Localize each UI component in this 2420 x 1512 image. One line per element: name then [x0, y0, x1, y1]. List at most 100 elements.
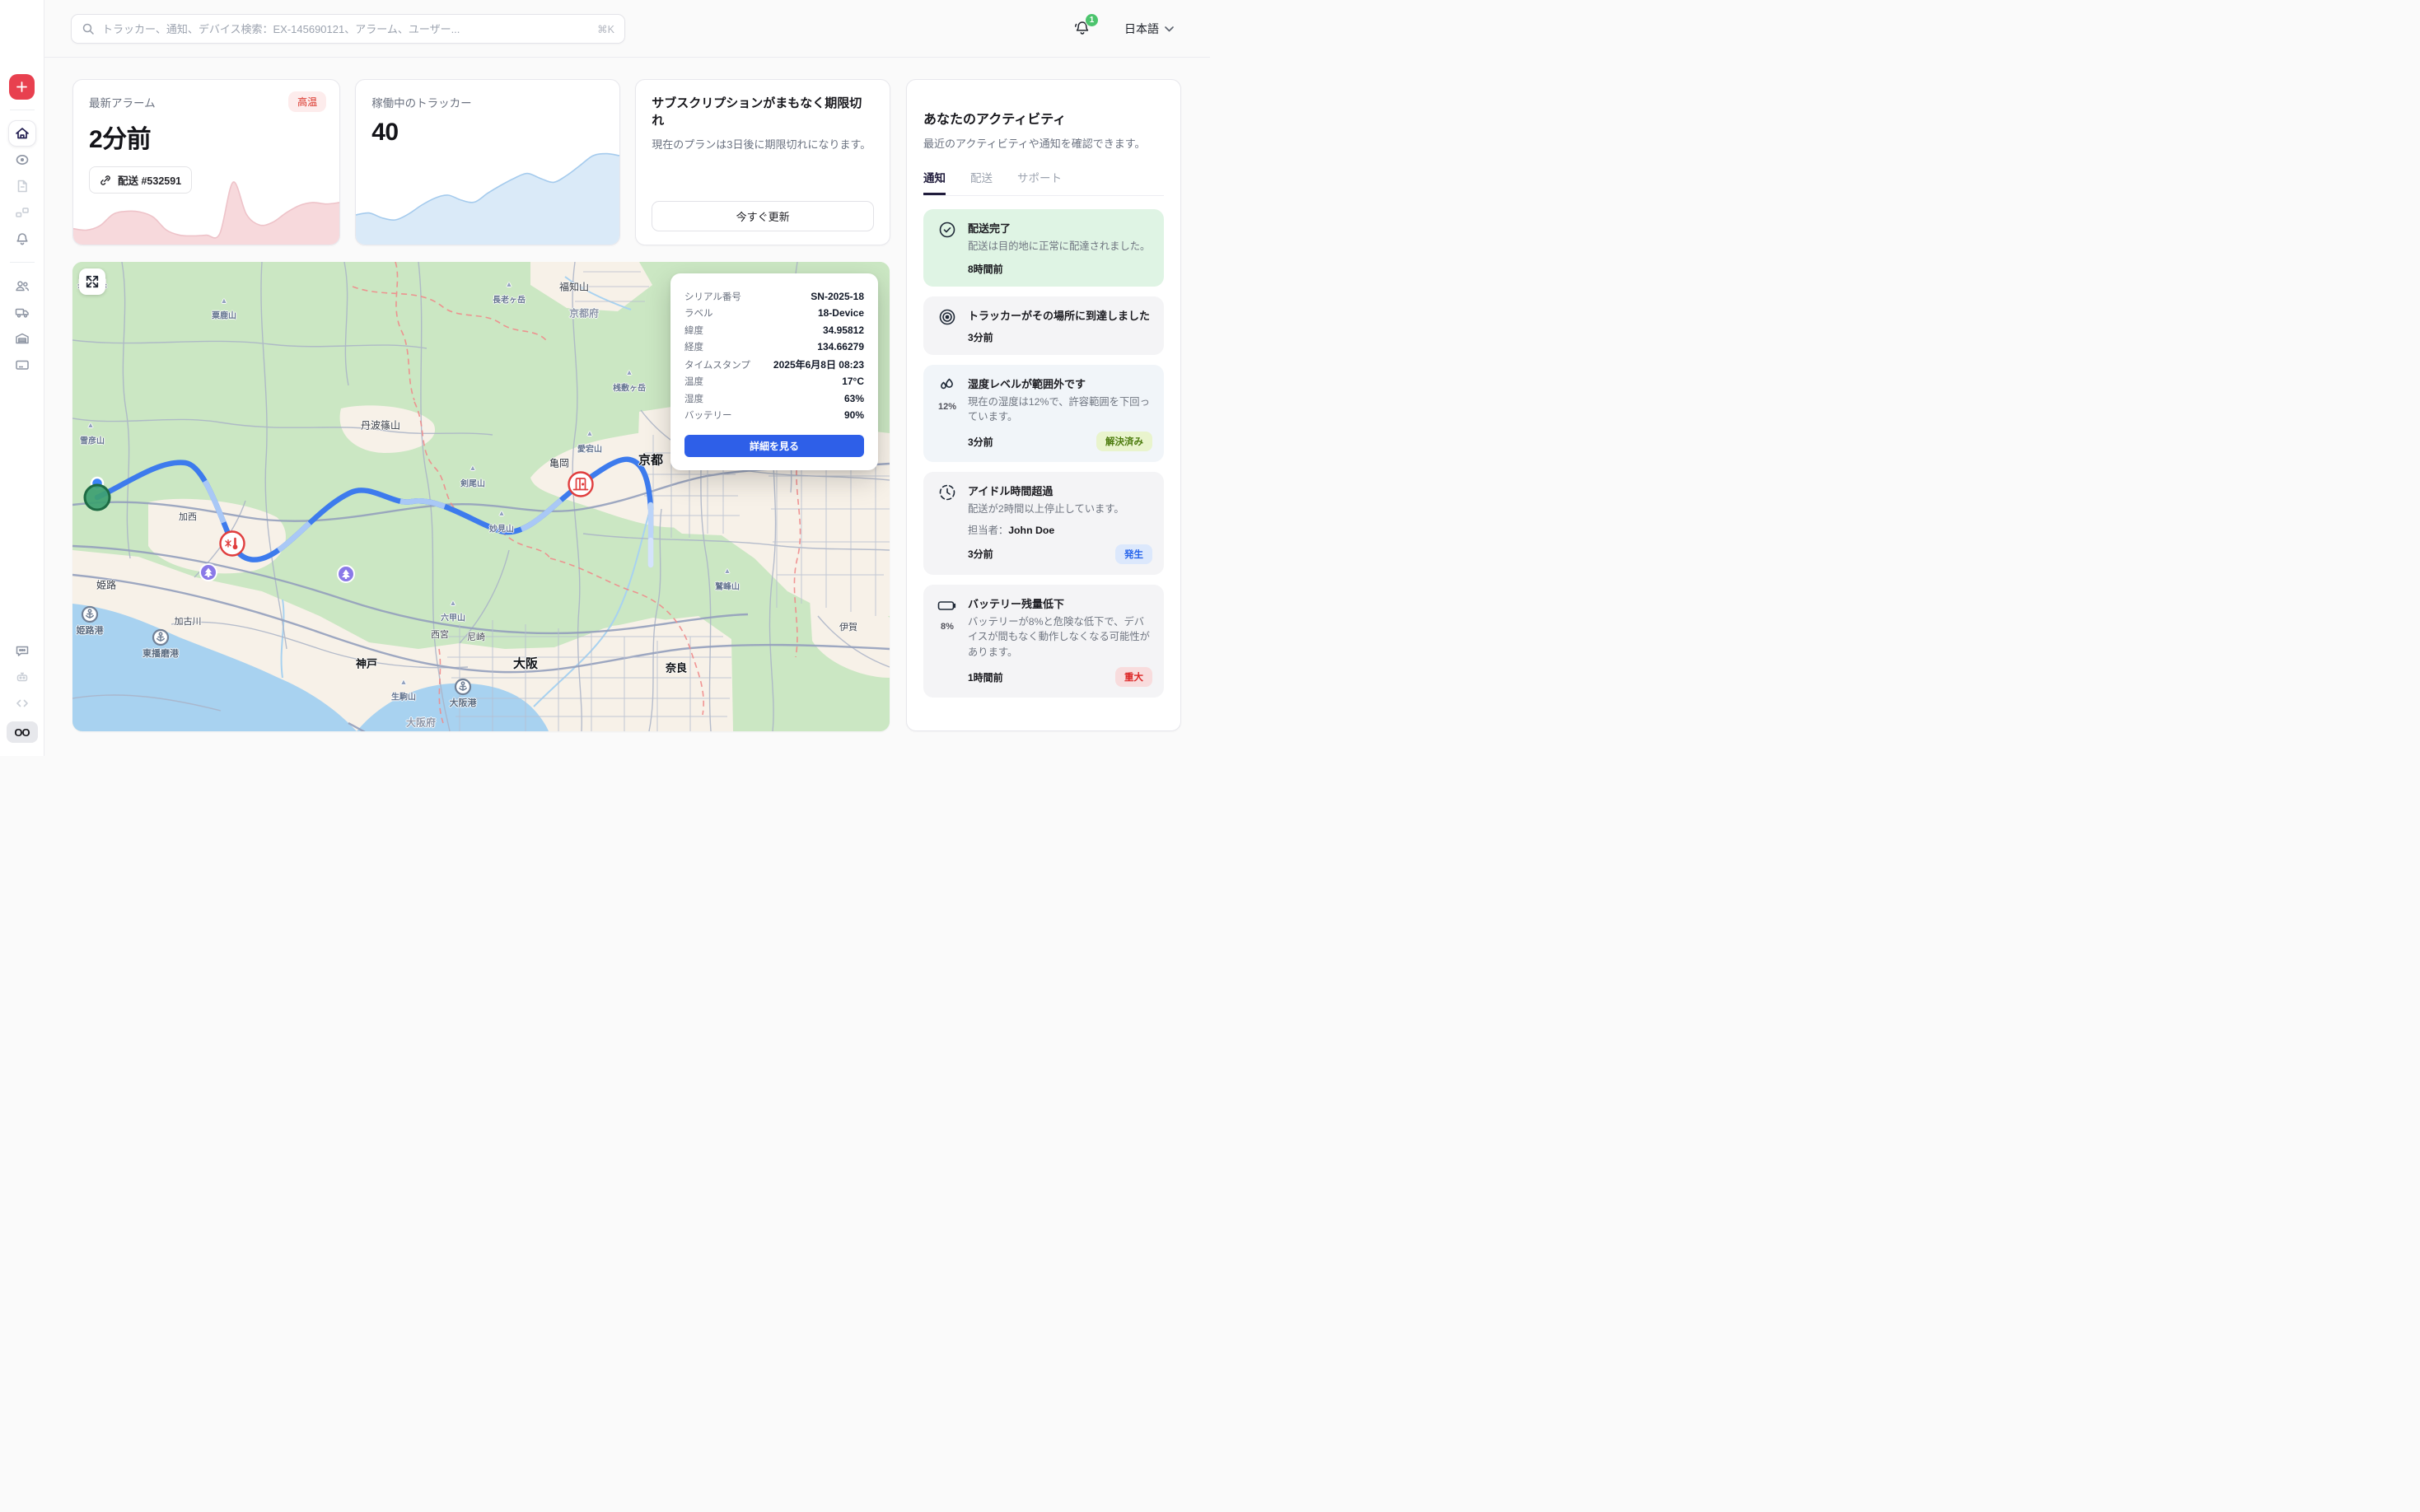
card-title: 最新アラーム: [89, 94, 324, 110]
search-bar[interactable]: ⌘K: [71, 14, 625, 44]
notification-title: アイドル時間超過: [968, 483, 1152, 498]
notification-title: 湿度レベルが範囲外です: [968, 376, 1152, 391]
map-label-city: 亀岡: [549, 456, 569, 470]
bell-icon: [14, 231, 30, 247]
map-label-mountain: 生駒山: [391, 690, 416, 702]
sidebar-item-devices[interactable]: [8, 199, 36, 226]
sidebar-item-locations[interactable]: [8, 147, 36, 173]
notification-assignee: 担当者：John Doe: [968, 522, 1152, 537]
sidebar-bottom: OO: [7, 637, 38, 756]
tab-support[interactable]: サポート: [1017, 169, 1062, 195]
tooltip-value-latitude: 34.95812: [823, 324, 864, 336]
map-label-mountain: 愛宕山: [577, 442, 602, 455]
sidebar-item-warehouse[interactable]: [8, 325, 36, 352]
map-label-mountain: 六甲山: [441, 611, 465, 623]
assignee-label: 担当者：: [968, 525, 1008, 536]
add-button[interactable]: [9, 74, 35, 100]
target-icon: [937, 307, 957, 327]
mountain-icon: ▲: [506, 280, 513, 288]
plus-icon: [16, 81, 28, 93]
list-item-delivery-complete[interactable]: 配送完了 配送は目的地に正常に配達されました。 8時間前: [923, 209, 1164, 286]
mountain-icon: ▲: [724, 567, 731, 575]
renew-now-button[interactable]: 今すぐ更新: [652, 201, 874, 231]
map-label-mountain: 雪彦山: [80, 434, 105, 446]
list-item-tracker-arrived[interactable]: トラッカーがその場所に到達しました 3分前: [923, 296, 1164, 355]
robot-icon: [14, 669, 30, 685]
map-label-city-major: 神戸: [356, 656, 377, 671]
tooltip-value-humidity: 63%: [844, 393, 864, 404]
list-item-low-battery[interactable]: 8% バッテリー残量低下 バッテリーが8%と危険な低下で、デバイスが間もなく動作…: [923, 585, 1164, 698]
map-label-prefecture: 京都府: [569, 306, 599, 320]
mountain-icon: ▲: [498, 509, 506, 517]
link-icon: [100, 175, 111, 186]
document-icon: [14, 178, 30, 194]
warehouse-icon: [14, 330, 30, 347]
sidebar-divider: [10, 262, 35, 263]
map-label-port: 東播磨港: [142, 646, 179, 660]
tooltip-value-longitude: 134.66279: [817, 341, 864, 352]
notification-time: 3分前: [968, 330, 993, 344]
notification-time: 1時間前: [968, 670, 1003, 684]
sidebar-item-assistant[interactable]: [8, 664, 36, 690]
check-circle-icon: [937, 220, 957, 240]
credit-card-icon: [14, 357, 30, 373]
code-icon: [14, 695, 30, 712]
workspace-logo[interactable]: OO: [7, 721, 38, 743]
status-badge-active: 発生: [1115, 544, 1152, 564]
battery-value: 8%: [941, 622, 954, 632]
shipment-link-chip[interactable]: 配送 #532591: [89, 166, 192, 194]
map-label-city: 西宮: [431, 628, 449, 641]
map-label-port: 姫路港: [77, 623, 104, 637]
tooltip-label: 温度: [684, 375, 703, 388]
language-label: 日本語: [1124, 21, 1159, 37]
topbar: ⌘K 1 日本語: [44, 0, 1210, 58]
route-start-marker[interactable]: [85, 485, 110, 510]
tooltip-label: タイムスタンプ: [684, 358, 750, 371]
map-label-mountain: 剣尾山: [460, 477, 485, 489]
door-open-alert-marker[interactable]: [569, 473, 593, 497]
tooltip-label: 経度: [684, 340, 703, 353]
sidebar-item-chat[interactable]: [8, 637, 36, 664]
stat-cards: 最新アラーム 2分前 配送 #532591 高温 稼働中のトラッカー 40 サブ…: [72, 79, 890, 245]
language-selector[interactable]: 日本語: [1124, 21, 1174, 37]
temperature-alert-marker[interactable]: [221, 532, 245, 556]
tooltip-value-temperature: 17°C: [842, 376, 864, 387]
topbar-actions: 1 日本語: [1073, 0, 1174, 58]
map[interactable]: 兵庫県 福知山 ▲ 粟鹿山 ▲ 長老ヶ岳 京都府 ▲ 桟敷ヶ岳 ▲ 雪彦山 丹波…: [72, 262, 890, 731]
chevron-down-icon: [1165, 26, 1174, 32]
tab-shipments[interactable]: 配送: [970, 169, 993, 195]
sidebar-item-billing[interactable]: [8, 352, 36, 378]
activity-title: あなたのアクティビティ: [923, 108, 1164, 128]
sidebar-item-users[interactable]: [8, 273, 36, 299]
map-label-city-major: 京都: [638, 451, 663, 469]
sidebar-item-documents[interactable]: [8, 173, 36, 199]
sidebar: OO: [0, 0, 44, 756]
sidebar-item-alerts[interactable]: [8, 226, 36, 252]
map-label-mountain: 粟鹿山: [212, 309, 236, 321]
notification-title: バッテリー残量低下: [968, 595, 1152, 611]
notification-description: 配送が2時間以上停止しています。: [968, 502, 1152, 516]
device-tooltip: シリアル番号SN-2025-18 ラベル18-Device 緯度34.95812…: [670, 273, 878, 470]
latest-alarm-card: 最新アラーム 2分前 配送 #532591 高温: [72, 79, 340, 245]
list-item-idle-time[interactable]: アイドル時間超過 配送が2時間以上停止しています。 担当者：John Doe 3…: [923, 472, 1164, 574]
sidebar-item-developer[interactable]: [8, 690, 36, 716]
notification-title: トラッカーがその場所に到達しました: [968, 307, 1152, 323]
location-icon: [14, 152, 30, 168]
shipment-link-label: 配送 #532591: [118, 172, 181, 188]
view-details-button[interactable]: 詳細を見る: [684, 435, 864, 457]
tooltip-label: バッテリー: [684, 408, 732, 422]
notification-count-badge: 1: [1085, 13, 1099, 27]
sidebar-item-home[interactable]: [8, 120, 36, 147]
home-icon: [14, 125, 30, 142]
notification-list: 配送完了 配送は目的地に正常に配達されました。 8時間前 トラッカーがその場所に…: [923, 209, 1164, 698]
tab-notifications[interactable]: 通知: [923, 169, 946, 195]
notification-description: バッテリーが8%と危険な低下で、デバイスが間もなく動作しなくなる可能性があります…: [968, 614, 1152, 660]
sidebar-item-deliveries[interactable]: [8, 299, 36, 325]
trackers-sparkline-chart: [356, 146, 619, 245]
map-label-city: 尼崎: [467, 630, 485, 643]
notifications-button[interactable]: 1: [1073, 19, 1093, 39]
search-input[interactable]: [102, 23, 590, 35]
tooltip-label: ラベル: [684, 306, 713, 320]
list-item-humidity-alert[interactable]: 12% 湿度レベルが範囲外です 現在の湿度は12%で、許容範囲を下回っています。…: [923, 365, 1164, 463]
fullscreen-button[interactable]: [79, 268, 105, 295]
